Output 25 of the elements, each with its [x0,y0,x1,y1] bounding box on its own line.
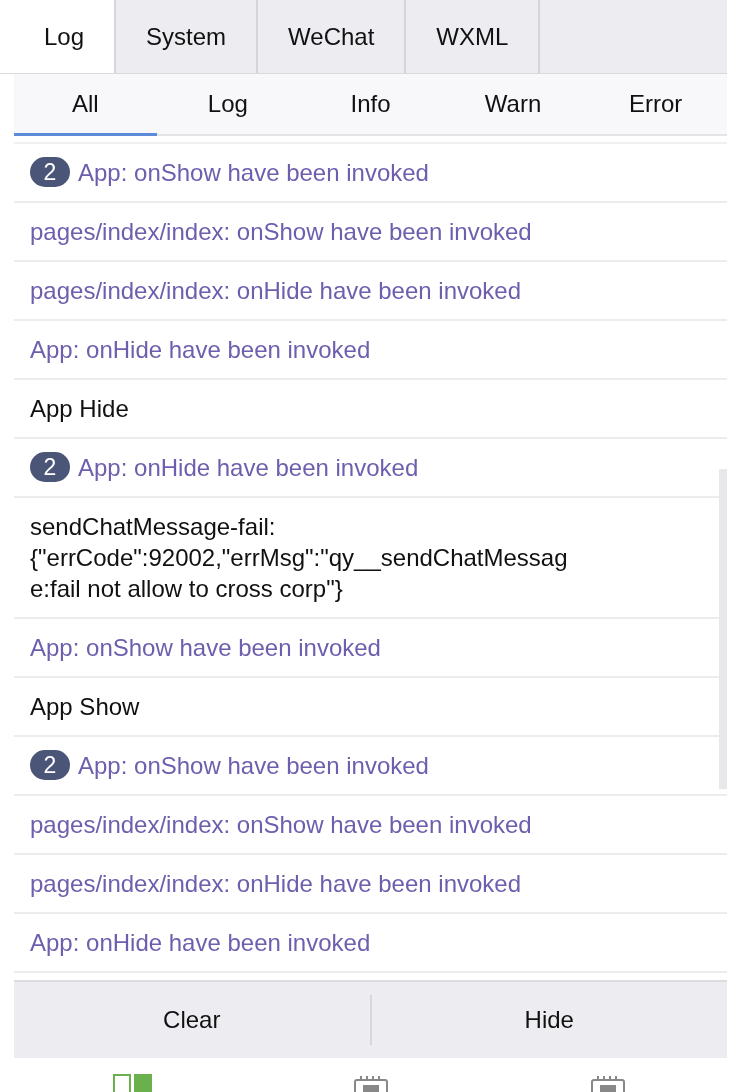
clear-button[interactable]: Clear [14,982,370,1058]
filter-tab[interactable]: All [14,74,157,136]
log-message: App: onShow have been invoked [78,751,429,781]
repeat-count-badge: 2 [30,452,70,482]
filter-tab[interactable]: Error [584,74,727,136]
tab[interactable]: Log [0,0,117,73]
log-message: App: onHide have been invoked [30,928,371,958]
repeat-count-badge: 2 [30,157,70,187]
log-message: App: onShow have been invoked [30,633,381,663]
hide-button[interactable]: Hide [371,982,727,1058]
log-message: App: onHide have been invoked [78,453,419,483]
log-message: pages/index/index: onHide have been invoked [30,276,522,306]
log-message: pages/index/index: onShow have been invoked [30,810,532,840]
log-message: pages/index/index: onShow have been invoked [30,217,532,247]
log-message: App: onShow have been invoked [78,158,429,188]
log-message: sendChatMessage-fail: {"errCode":92002,"errMsg":"qy__sendChatMessag e:fail not allow to cross corp"} [30,512,568,604]
filter-tab[interactable]: Info [299,74,442,136]
log-message: App: onHide have been invoked [30,335,371,365]
log-message: App Hide [30,394,129,424]
grid-icon[interactable] [112,1074,153,1092]
log-message: App Show [30,692,140,722]
repeat-count-badge: 2 [30,750,70,780]
log-message: pages/index/index: onHide have been invoked [30,869,522,899]
filter-tab[interactable]: Warn [441,74,585,136]
filter-tab[interactable]: Log [156,74,300,136]
